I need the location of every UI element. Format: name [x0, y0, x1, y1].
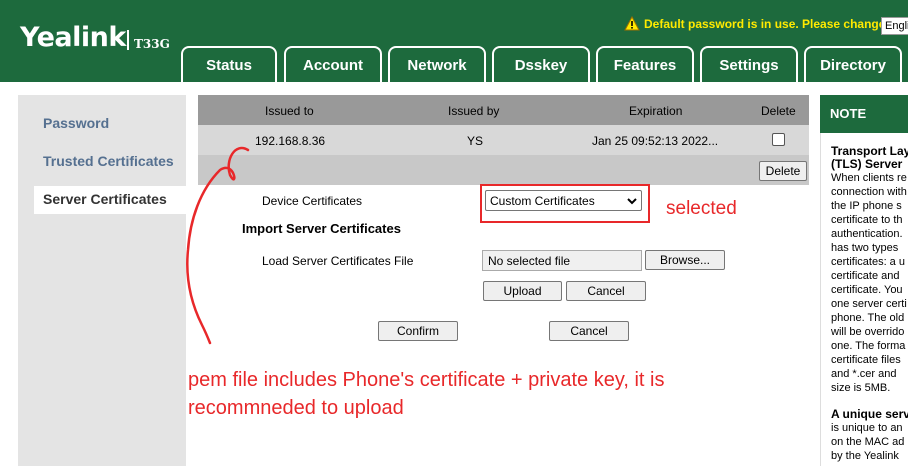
note-line: one. The forma [831, 340, 906, 352]
table-row: 192.168.8.36 YS Jan 25 09:52:13 2022... [198, 125, 809, 155]
note-line: When clients re [831, 172, 907, 184]
default-password-warning[interactable]: Default password is in use. Please chang… [624, 16, 889, 31]
tab-label: Network [407, 56, 467, 74]
note-title: NOTE [820, 95, 908, 133]
load-file-label: Load Server Certificates File [262, 254, 414, 268]
top-header: Yealink T33G Default password is in use.… [0, 0, 908, 82]
tab-label: Features [613, 56, 677, 74]
note-line: certificate. You [831, 284, 903, 296]
cell-expiration: Jan 25 09:52:13 2022... [592, 134, 719, 148]
annotation-pem: pem file includes Phone's certificate + … [188, 366, 758, 422]
tab-settings[interactable]: Settings [700, 46, 798, 82]
tab-network[interactable]: Network [388, 46, 486, 82]
note-line: certificates: a u [831, 256, 905, 268]
tab-directory[interactable]: Directory [804, 46, 902, 82]
tab-label: Settings [719, 56, 779, 74]
upload-button[interactable]: Upload [483, 281, 562, 301]
note-line: certificate to th [831, 214, 903, 226]
note-panel: Transport Lay (TLS) Server When clients … [820, 133, 908, 466]
tab-label: Directory [820, 56, 886, 74]
web-ui: Yealink T33G Default password is in use.… [0, 0, 908, 466]
note-line: on the MAC ad [831, 436, 905, 448]
col-issued-by: Issued by [448, 104, 500, 118]
import-section-title: Import Server Certificates [242, 221, 401, 236]
note-heading: A unique serv [831, 407, 908, 421]
annotation-arrow [186, 146, 250, 345]
cancel-button[interactable]: Cancel [549, 321, 629, 341]
cell-issued-to: 192.168.8.36 [255, 134, 326, 148]
yealink-logo: Yealink [20, 22, 126, 53]
note-line: is unique to an [831, 422, 903, 434]
note-text: Transport Lay (TLS) Server When clients … [831, 140, 908, 463]
note-line: one server certi [831, 298, 907, 310]
logo-divider [127, 30, 129, 50]
left-sidebar [18, 95, 186, 466]
note-line: the IP phone s [831, 200, 902, 212]
col-expiration: Expiration [629, 104, 683, 118]
sidebar-item-server-certificates[interactable]: Server Certificates [34, 186, 186, 214]
note-heading: (TLS) Server [831, 157, 903, 171]
annotation-selected: selected [666, 198, 737, 219]
cert-table-header: Issued to Issued by Expiration Delete [198, 95, 809, 125]
language-select[interactable]: English [881, 17, 908, 35]
tab-label: Account [303, 56, 363, 74]
warning-icon [624, 16, 640, 31]
tab-features[interactable]: Features [596, 46, 694, 82]
tab-dsskey[interactable]: Dsskey [492, 46, 590, 82]
model-label: T33G [134, 37, 170, 51]
note-line: certificate files [831, 354, 901, 366]
delete-button[interactable]: Delete [759, 161, 807, 181]
sidebar-item-label: Server Certificates [43, 191, 167, 207]
col-issued-to: Issued to [265, 104, 314, 118]
tab-status[interactable]: Status [181, 46, 277, 82]
annotation-pem-line1: pem file includes Phone's certificate + … [188, 369, 665, 391]
note-line: connection with [831, 186, 907, 198]
tab-label: Dsskey [514, 56, 568, 74]
sidebar-item-password[interactable]: Password [43, 115, 109, 131]
browse-button[interactable]: Browse... [645, 250, 725, 270]
note-line: has two types [831, 242, 899, 254]
warning-text: Default password is in use. Please chang… [644, 16, 890, 31]
note-line: certificate and [831, 270, 900, 282]
note-line: and *.cer and [831, 368, 897, 380]
note-line: will be overrido [831, 326, 905, 338]
cell-issued-by: YS [467, 134, 484, 148]
annotation-pem-line2: recommneded to upload [188, 397, 404, 419]
delete-checkbox[interactable] [772, 133, 785, 146]
cancel-upload-button[interactable]: Cancel [566, 281, 646, 301]
file-name-field[interactable]: No selected file [482, 250, 642, 271]
note-line: size is 5MB. [831, 382, 891, 394]
confirm-button[interactable]: Confirm [378, 321, 458, 341]
highlight-box [480, 184, 650, 223]
note-line: by the Yealink [831, 450, 899, 462]
sidebar-item-trusted-certificates[interactable]: Trusted Certificates [43, 153, 174, 169]
table-actions-row [198, 155, 809, 185]
tab-label: Status [206, 56, 252, 74]
device-certificates-label: Device Certificates [262, 194, 363, 208]
note-line: authentication. [831, 228, 903, 240]
col-delete: Delete [761, 104, 796, 118]
tab-account[interactable]: Account [284, 46, 382, 82]
note-line: phone. The old [831, 312, 905, 324]
